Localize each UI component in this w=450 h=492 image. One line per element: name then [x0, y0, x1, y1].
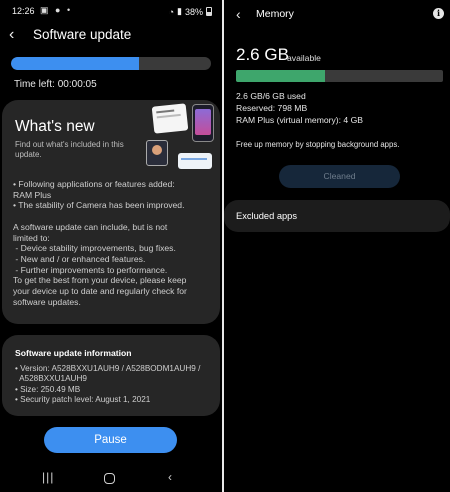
download-progress-bar [11, 57, 211, 70]
time-left-label: Time left: [14, 79, 55, 90]
memory-stats: 2.6 GB/6 GB used Reserved: 798 MB RAM Pl… [236, 91, 363, 126]
update-info-card: Software update information • Version: A… [2, 335, 220, 416]
home-icon[interactable] [104, 473, 115, 484]
free-up-text: Free up memory by stopping background ap… [236, 140, 400, 149]
camera-thumbnail [146, 140, 168, 166]
available-memory: 2.6 GB [236, 45, 289, 64]
body-line: limited to: [13, 232, 50, 243]
info-line: • Size: 250.49 MB [15, 384, 81, 394]
excluded-apps-label: Excluded apps [236, 211, 297, 221]
signal-icon: ▮ [177, 6, 182, 16]
excluded-apps-item[interactable]: Excluded apps [224, 200, 450, 232]
info-line: • Security patch level: August 1, 2021 [15, 395, 151, 405]
notification-icons: ▣ ● • [40, 5, 73, 15]
body-line: software updates. [13, 296, 81, 307]
recents-icon[interactable]: ||| [42, 470, 54, 484]
info-line: A528BXXU1AUH9 [15, 374, 87, 384]
back-arrow-icon[interactable]: ‹ [236, 6, 241, 22]
wifi-icon: ◔ [168, 6, 175, 17]
body-line: A software update can include, but is no… [13, 221, 168, 232]
info-icon[interactable]: i [433, 8, 444, 19]
back-arrow-icon[interactable]: ‹ [9, 26, 14, 44]
navigation-bar: ||| ‹ [0, 466, 222, 492]
memory-reserved: Reserved: 798 MB [236, 102, 308, 113]
whats-new-body: • Following applications or features add… [13, 179, 213, 307]
battery-percent: 38% [184, 6, 203, 17]
status-right: ◔ ▮ 38% [169, 6, 212, 17]
status-time: 12:26 [12, 6, 35, 16]
whats-new-subtitle: Find out what's included in this update. [15, 140, 124, 159]
battery-icon [206, 7, 212, 16]
body-line: - Further improvements to performance. [13, 264, 168, 275]
body-line: your device up to date and regularly che… [13, 286, 187, 297]
memory-usage-fill [236, 70, 325, 82]
body-line: • Following applications or features add… [13, 179, 175, 189]
time-left: Time left: 00:00:05 [14, 79, 97, 90]
page-title: Memory [256, 8, 294, 20]
update-info-list: • Version: A528BXXU1AUH9 / A528BODM1AUH9… [15, 364, 215, 406]
body-line: To get the best from your device, please… [13, 275, 187, 286]
body-line: • The stability of Camera has been impro… [13, 200, 185, 211]
clean-button[interactable]: Cleaned [279, 165, 400, 188]
settings-thumbnail [178, 153, 212, 169]
status-bar: 12:26 ▣ ● • ◔ ▮ 38% [0, 0, 222, 22]
body-line: RAM Plus [13, 189, 52, 200]
back-icon[interactable]: ‹ [168, 470, 172, 484]
memory-usage-bar [236, 70, 443, 82]
body-line: - Device stability improvements, bug fix… [13, 243, 176, 254]
info-line: • Version: A528BXXU1AUH9 / A528BODM1AUH9… [15, 364, 201, 373]
body-line: - New and / or enhanced features. [13, 253, 146, 264]
feature-thumbnail [151, 103, 189, 134]
software-update-screen: 12:26 ▣ ● • ◔ ▮ 38% ‹ Software update Ti… [0, 0, 222, 492]
update-info-title: Software update information [15, 348, 132, 358]
page-title: Software update [33, 27, 132, 42]
available-label: available [287, 53, 321, 63]
memory-screen: ‹ Memory i 2.6 GB available 2.6 GB/6 GB … [224, 0, 450, 492]
pause-button[interactable]: Pause [44, 427, 177, 453]
time-left-value: 00:00:05 [57, 79, 97, 90]
progress-fill [11, 57, 139, 70]
whats-new-title: What's new [15, 118, 95, 135]
phone-thumbnail [192, 104, 214, 142]
memory-used: 2.6 GB/6 GB used [236, 91, 306, 101]
ram-plus: RAM Plus (virtual memory): 4 GB [236, 114, 364, 125]
